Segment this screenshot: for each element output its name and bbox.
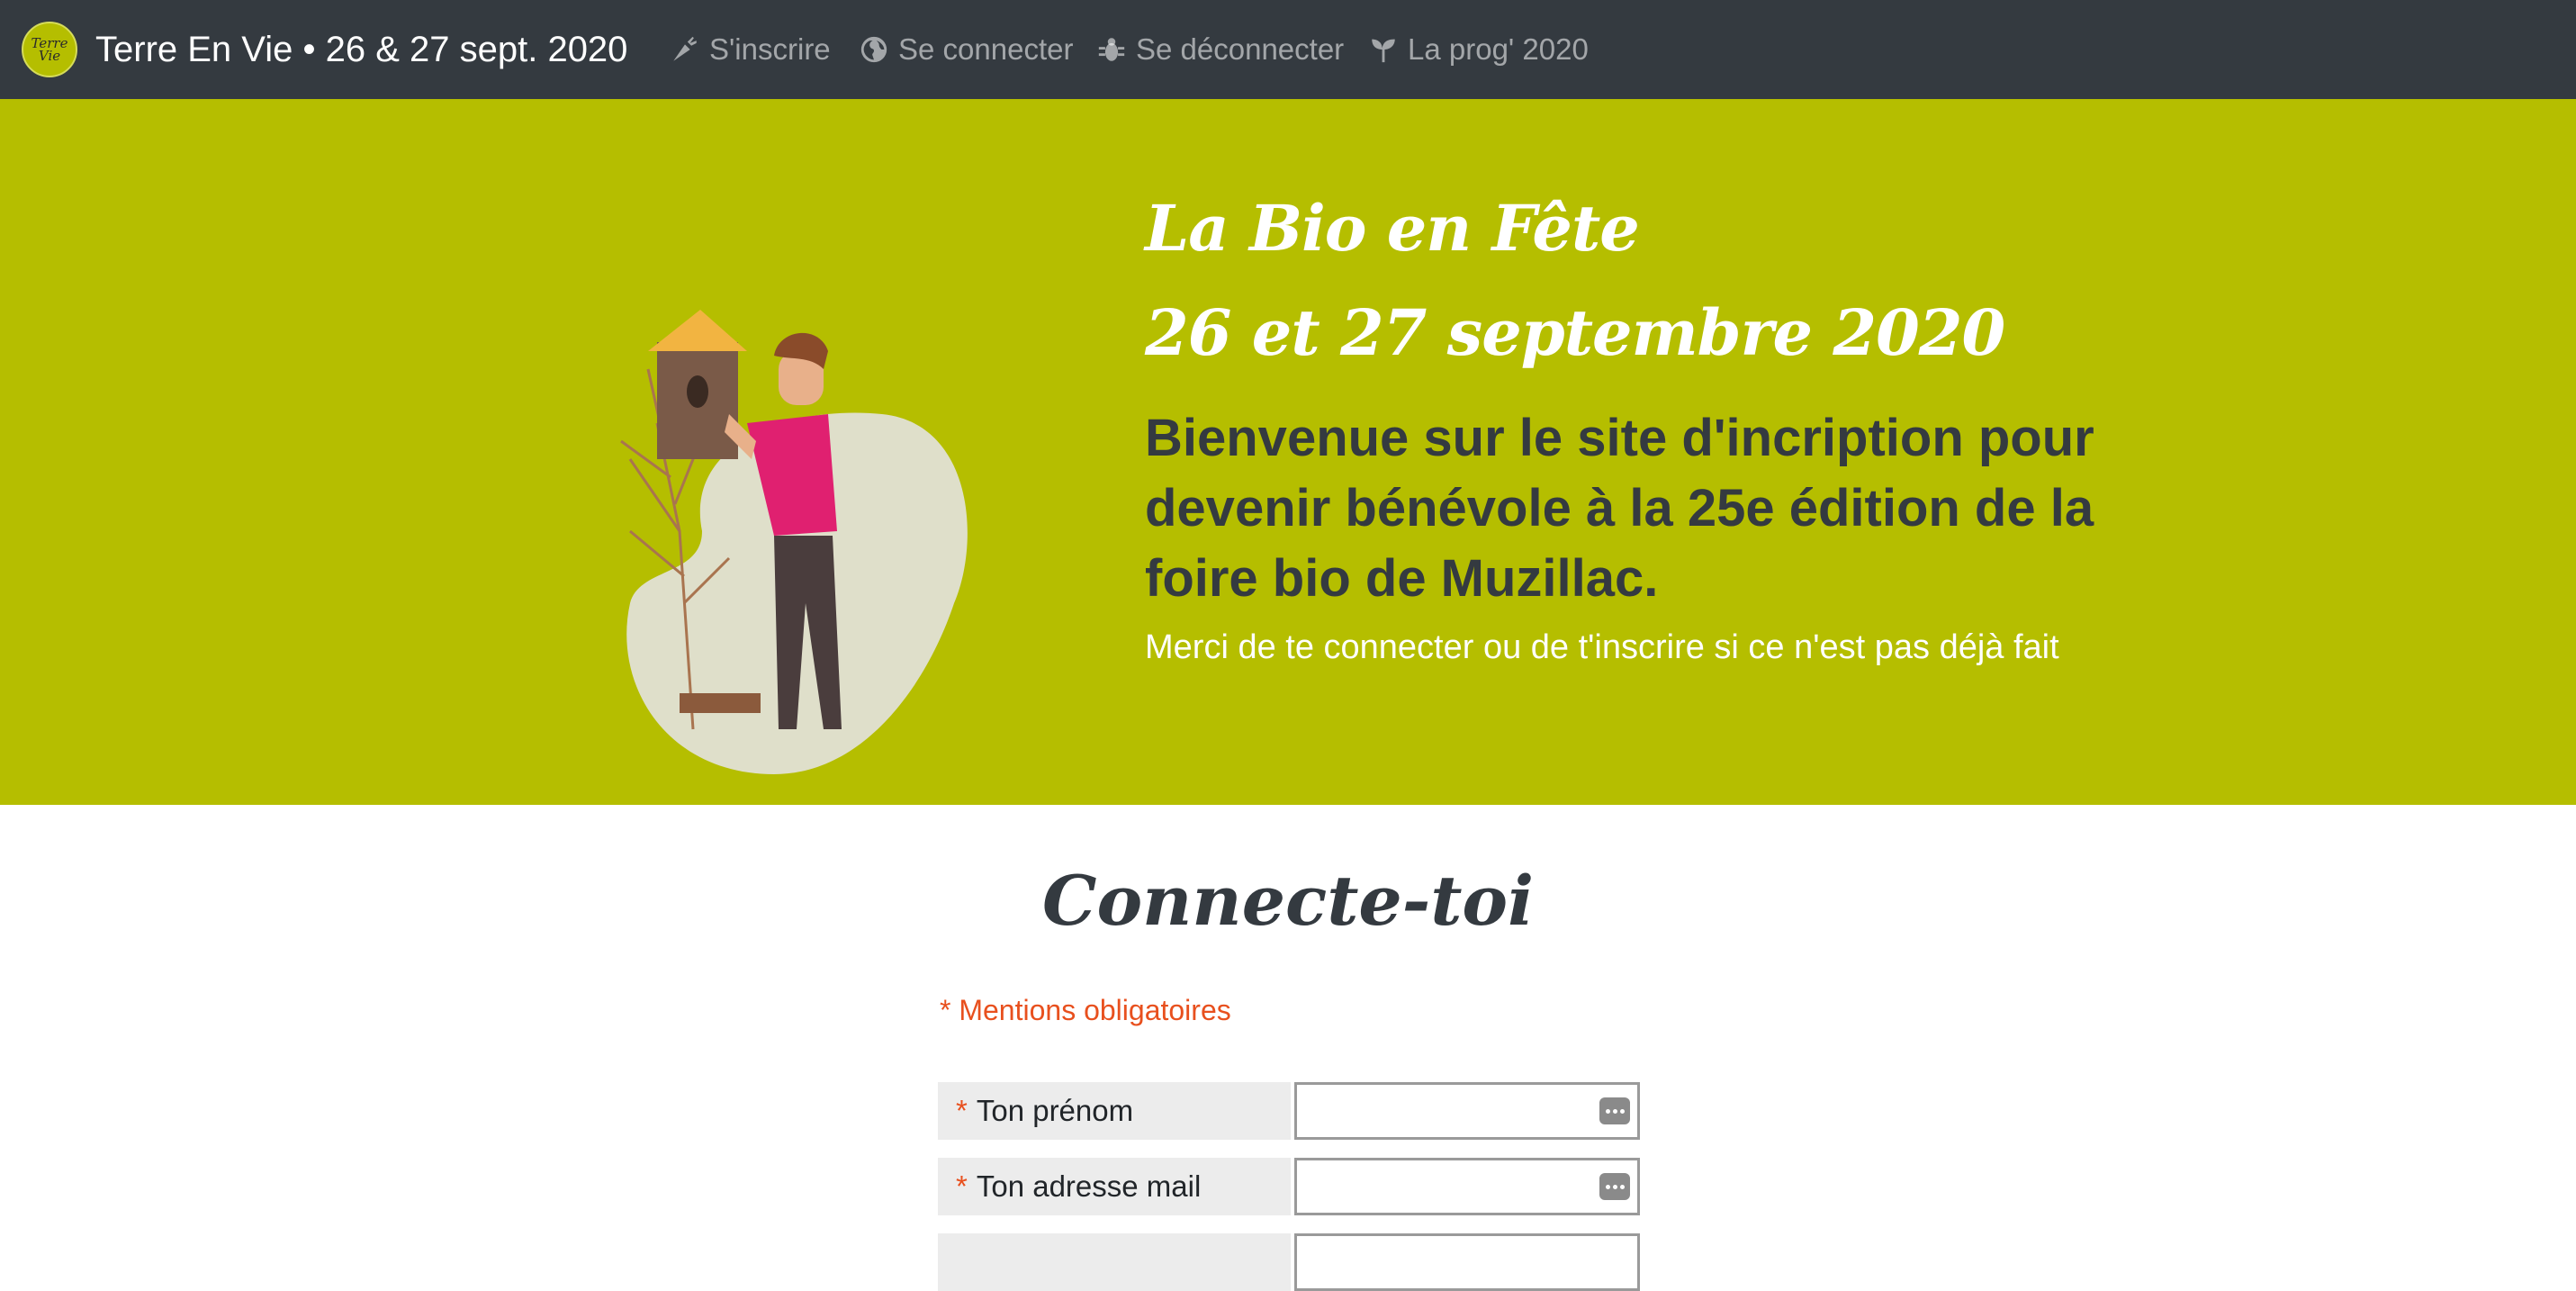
nav-item-label: Se déconnecter <box>1136 32 1345 66</box>
globe-icon <box>860 36 887 63</box>
brand-title[interactable]: Terre En Vie • 26 & 27 sept. 2020 <box>95 0 627 99</box>
partial-field-label <box>938 1233 1291 1291</box>
required-fields-note: * Mentions obligatoires <box>940 994 1231 1026</box>
password-manager-icon[interactable] <box>1599 1173 1630 1200</box>
email-label: * Ton adresse mail <box>938 1158 1291 1215</box>
required-star: * <box>956 1169 968 1203</box>
nav-item-label: S'inscrire <box>709 32 831 66</box>
password-manager-icon[interactable] <box>1599 1097 1630 1124</box>
hero-title: La Bio en Fête <box>1145 191 1640 266</box>
email-input-box[interactable] <box>1294 1158 1640 1215</box>
prenom-input-box[interactable] <box>1294 1082 1640 1140</box>
carrot-icon <box>673 36 697 61</box>
bug-icon <box>1098 38 1125 61</box>
email-input[interactable] <box>1302 1163 1594 1212</box>
logo-text: Terre Vie <box>31 35 68 64</box>
nav-item-sinscrire[interactable]: S'inscrire <box>670 0 831 99</box>
form-title: Connecte-toi <box>1042 861 1534 941</box>
required-star: * <box>956 1094 968 1127</box>
prenom-label-text: Ton prénom <box>976 1094 1134 1127</box>
partial-input-box[interactable] <box>1294 1233 1640 1291</box>
prenom-label: * Ton prénom <box>938 1082 1291 1140</box>
nav-item-la-prog[interactable]: La prog' 2020 <box>1368 0 1589 99</box>
nav-item-se-deconnecter[interactable]: Se déconnecter <box>1096 0 1344 99</box>
hero-dates: 26 et 27 septembre 2020 <box>1145 295 2005 370</box>
email-label-text: Ton adresse mail <box>976 1169 1202 1203</box>
prenom-input[interactable] <box>1302 1088 1594 1136</box>
nav-item-se-connecter[interactable]: Se connecter <box>859 0 1073 99</box>
terre-en-vie-logo[interactable]: Terre Vie <box>22 22 77 77</box>
navbar: Terre Vie Terre En Vie • 26 & 27 sept. 2… <box>0 0 2576 99</box>
hero-subtext: Merci de te connecter ou de t'inscrire s… <box>1145 628 2059 666</box>
nav-item-label: La prog' 2020 <box>1408 32 1589 66</box>
nav-item-label: Se connecter <box>898 32 1074 66</box>
hero-lead-text: Bienvenue sur le site d'incription pour … <box>1145 409 2094 608</box>
volunteer-birdhouse-illustration <box>620 310 968 774</box>
hero-banner: La Bio en Fête 26 et 27 septembre 2020 B… <box>0 99 2576 805</box>
seedling-icon <box>1372 39 1395 63</box>
